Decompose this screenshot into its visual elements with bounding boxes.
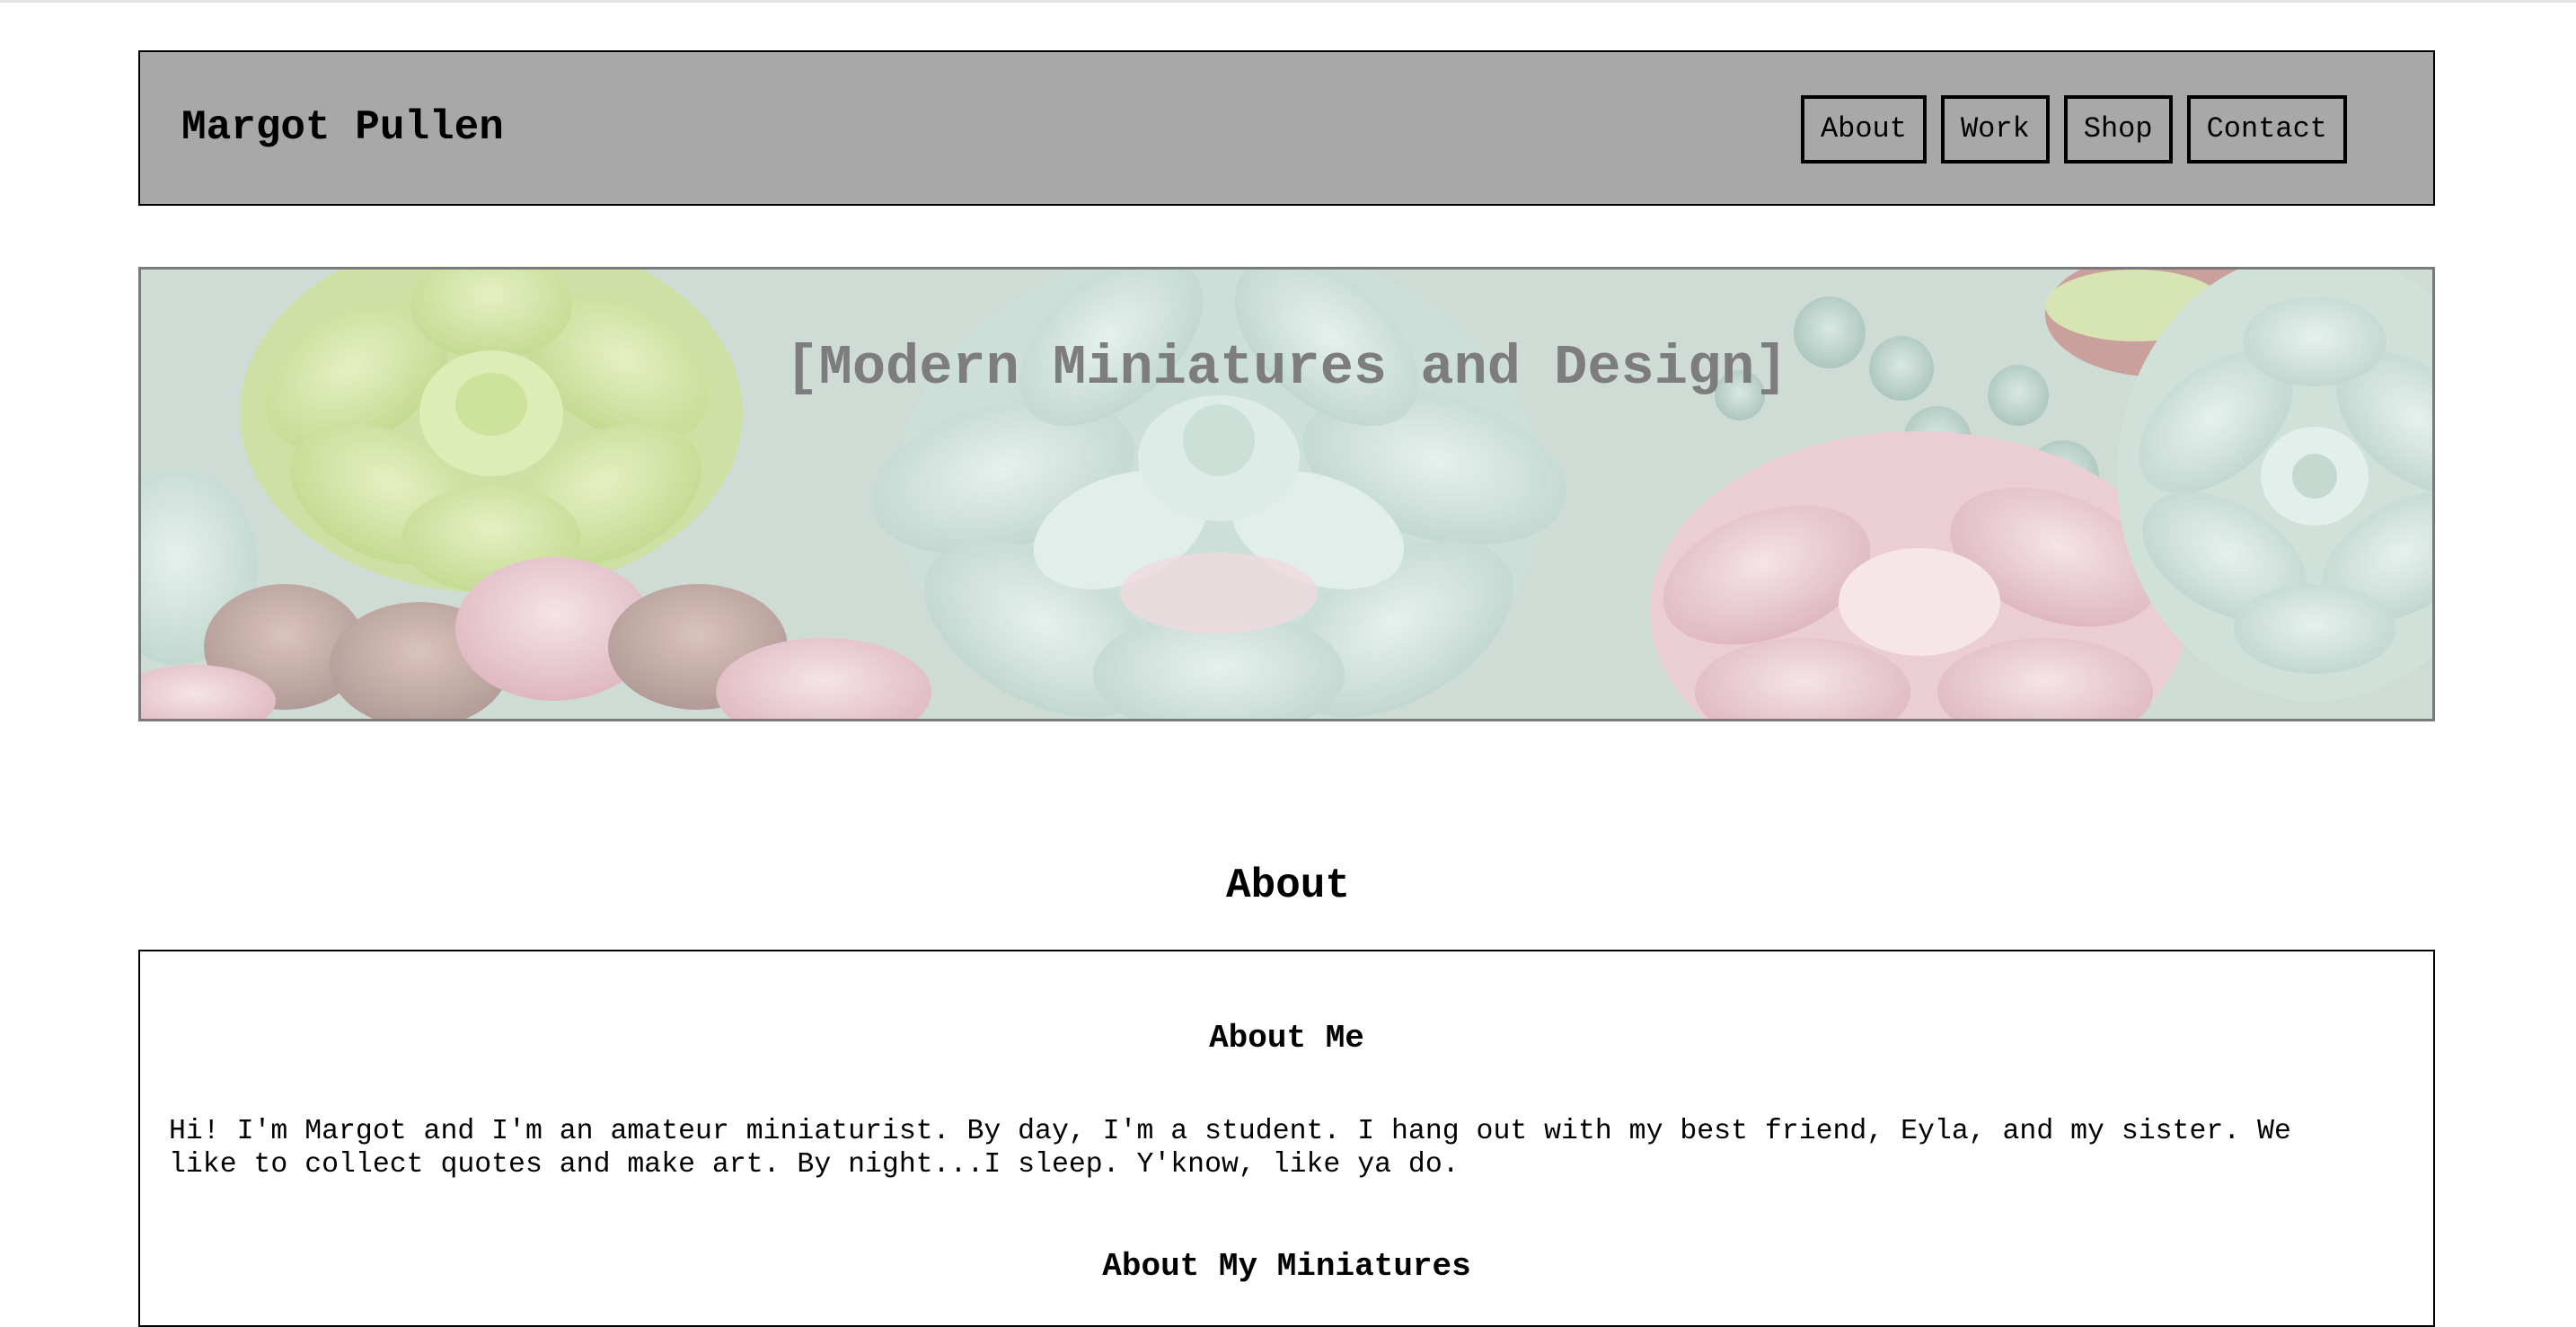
about-panel: About Me Hi! I'm Margot and I'm an amate… (138, 950, 2435, 1327)
site-title[interactable]: Margot Pullen (181, 52, 504, 208)
about-me-heading: About Me (1209, 1020, 1364, 1057)
nav-shop-button[interactable]: Shop (2063, 95, 2173, 164)
nav-about-button[interactable]: About (1800, 95, 1927, 164)
main-nav: About Work Shop Contact (1800, 95, 2347, 164)
about-miniatures-heading: About My Miniatures (1102, 1248, 1471, 1285)
about-me-text: Hi! I'm Margot and I'm an amateur miniat… (169, 1116, 2291, 1181)
site-header: Margot Pullen About Work Shop Contact (138, 50, 2435, 206)
banner-tagline: [Modern Miniatures and Design] (785, 336, 1788, 400)
browser-top-edge (0, 0, 2576, 3)
hero-banner: [Modern Miniatures and Design] (138, 267, 2435, 721)
nav-work-button[interactable]: Work (1940, 95, 2050, 164)
nav-contact-button[interactable]: Contact (2186, 95, 2347, 164)
about-section-title: About (1225, 863, 1351, 909)
